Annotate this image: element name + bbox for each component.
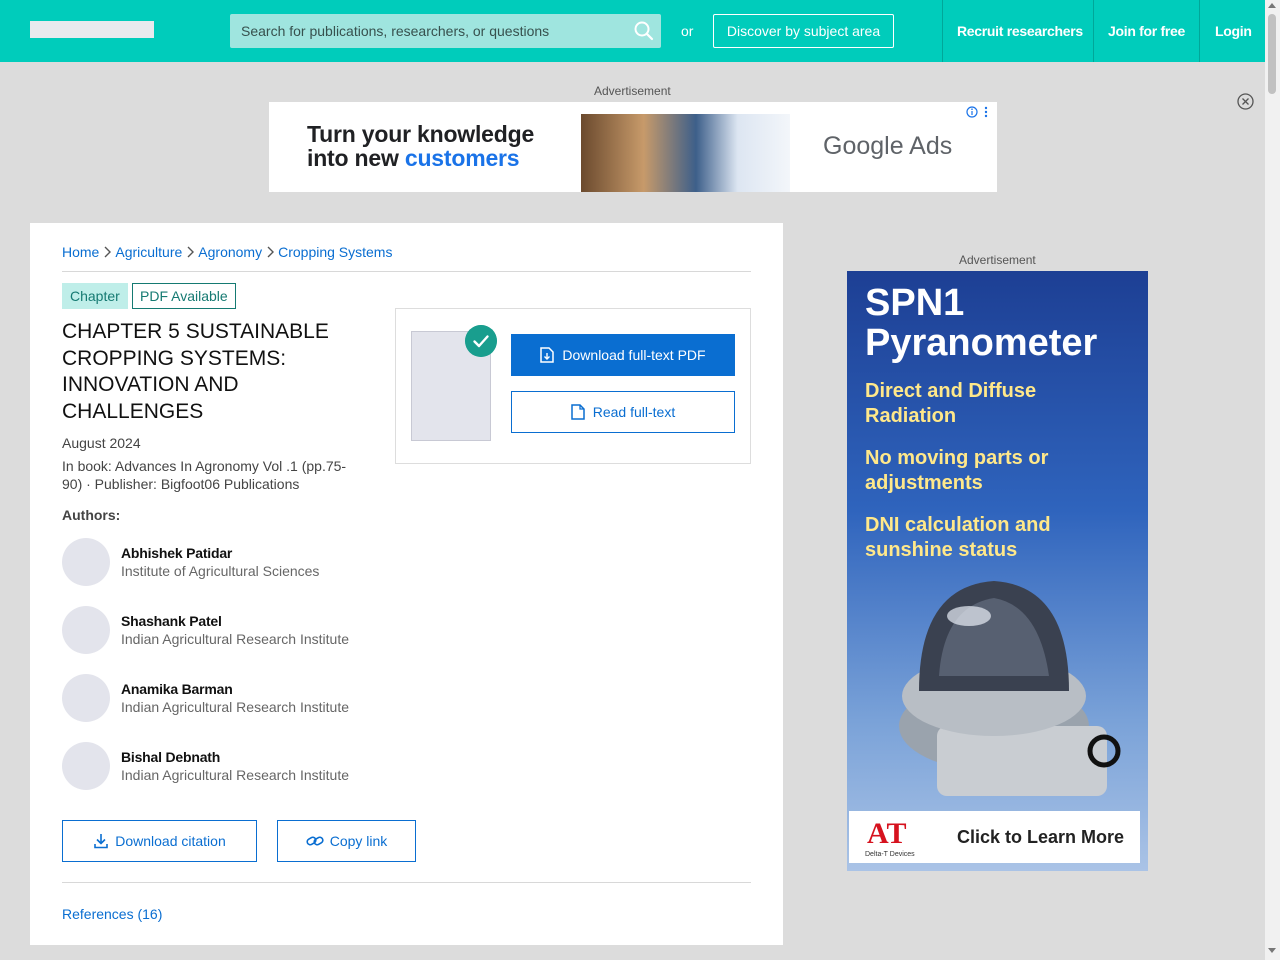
author-institution: Indian Agricultural Research Institute — [121, 631, 350, 647]
read-fulltext-button[interactable]: Read full-text — [511, 391, 735, 433]
avatar[interactable] — [62, 538, 110, 586]
divider — [62, 882, 751, 883]
ad-feature: Direct and Diffuse Radiation — [865, 380, 1037, 427]
recruit-researchers-link[interactable]: Recruit researchers — [957, 23, 1083, 39]
authors-label: Authors: — [62, 507, 121, 523]
side-banner-ad[interactable]: SPN1 Pyranometer Direct and Diffuse Radi… — [847, 271, 1148, 871]
chevron-right-icon — [187, 246, 195, 258]
delta-t-logo: AT — [867, 817, 907, 850]
pyranometer-image — [899, 581, 1121, 796]
checkmark-icon — [465, 325, 497, 357]
ad-photo — [581, 114, 790, 192]
download-citation-label: Download citation — [115, 833, 226, 849]
link-icon — [306, 836, 324, 846]
join-for-free-link[interactable]: Join for free — [1108, 23, 1185, 39]
copy-link-label: Copy link — [329, 833, 388, 849]
page-title: CHAPTER 5 SUSTAINABLE CROPPING SYSTEMS: … — [62, 320, 329, 423]
breadcrumb-agronomy[interactable]: Agronomy — [198, 244, 262, 260]
side-ad-label: Advertisement — [959, 253, 1036, 267]
breadcrumb-cropping-systems[interactable]: Cropping Systems — [278, 244, 392, 260]
publication-card: Home Agriculture Agronomy Cropping Syste… — [30, 223, 783, 945]
ad-feature: No moving parts or adjustments — [865, 447, 1049, 494]
scroll-down-arrow-icon[interactable] — [1268, 948, 1276, 953]
login-link[interactable]: Login — [1215, 23, 1252, 39]
author-name[interactable]: Anamika Barman — [121, 681, 233, 697]
author-name[interactable]: Bishal Debnath — [121, 749, 220, 765]
author-institution: Indian Agricultural Research Institute — [121, 699, 350, 715]
top-banner-ad[interactable]: Turn your knowledge into new customers G… — [269, 102, 997, 192]
ad-feature: DNI calculation and sunshine status — [865, 514, 1051, 561]
author-item[interactable]: Shashank Patel Indian Agricultural Resea… — [62, 606, 382, 654]
chevron-right-icon — [267, 246, 275, 258]
ad-footer: AT Delta-T Devices Click to Learn More — [849, 811, 1140, 863]
pdf-download-icon — [540, 347, 555, 363]
search-bar — [230, 14, 661, 48]
avatar[interactable] — [62, 742, 110, 790]
references-link[interactable]: References (16) — [62, 906, 162, 922]
author-institution: Indian Agricultural Research Institute — [121, 767, 350, 783]
site-logo[interactable] — [30, 21, 154, 38]
divider — [62, 271, 751, 272]
page-scrollbar[interactable] — [1265, 0, 1280, 960]
author-name[interactable]: Shashank Patel — [121, 613, 222, 629]
nav-divider — [1093, 0, 1094, 62]
breadcrumb-home[interactable]: Home — [62, 244, 99, 260]
nav-divider — [942, 0, 943, 62]
chapter-badge: Chapter — [62, 283, 128, 309]
ad-headline: SPN1 Pyranometer — [865, 282, 1098, 364]
scroll-thumb[interactable] — [1268, 14, 1276, 94]
book-info: In book: Advances In Agronomy Vol .1 (pp… — [62, 458, 347, 492]
breadcrumb-agriculture[interactable]: Agriculture — [115, 244, 182, 260]
google-ads-logo: Google Ads — [823, 132, 953, 160]
brand-name: Delta-T Devices — [865, 851, 915, 858]
scroll-up-arrow-icon[interactable] — [1268, 3, 1276, 8]
fulltext-panel: Download full-text PDF Read full-text — [395, 308, 751, 464]
avatar[interactable] — [62, 674, 110, 722]
download-pdf-label: Download full-text PDF — [562, 347, 706, 363]
author-name[interactable]: Abhishek Patidar — [121, 545, 232, 561]
close-ad-icon[interactable] — [1237, 93, 1254, 110]
author-item[interactable]: Bishal Debnath Indian Agricultural Resea… — [62, 742, 382, 790]
discover-subject-button[interactable]: Discover by subject area — [713, 14, 894, 48]
author-institution: Institute of Agricultural Sciences — [121, 563, 320, 579]
publication-date: August 2024 — [62, 435, 141, 451]
pdf-available-badge: PDF Available — [132, 283, 236, 309]
read-fulltext-label: Read full-text — [592, 404, 676, 420]
chevron-right-icon — [104, 246, 112, 258]
avatar[interactable] — [62, 606, 110, 654]
download-icon — [94, 834, 109, 849]
nav-divider — [1199, 0, 1200, 62]
breadcrumb: Home Agriculture Agronomy Cropping Syste… — [62, 244, 392, 260]
search-input[interactable] — [230, 14, 625, 48]
ad-headline: Turn your knowledge into new customers — [307, 121, 535, 171]
or-separator-text: or — [681, 23, 694, 39]
author-item[interactable]: Abhishek Patidar Institute of Agricultur… — [62, 538, 382, 586]
ad-info-icon[interactable] — [966, 105, 990, 119]
document-icon — [571, 404, 585, 420]
download-pdf-button[interactable]: Download full-text PDF — [511, 334, 735, 376]
author-item[interactable]: Anamika Barman Indian Agricultural Resea… — [62, 674, 382, 722]
top-navbar: or Discover by subject area Recruit rese… — [0, 0, 1265, 62]
download-citation-button[interactable]: Download citation — [62, 820, 257, 862]
top-ad-label: Advertisement — [594, 84, 671, 98]
copy-link-button[interactable]: Copy link — [277, 820, 416, 862]
search-icon[interactable] — [633, 20, 655, 42]
learn-more-cta[interactable]: Click to Learn More — [957, 827, 1124, 848]
